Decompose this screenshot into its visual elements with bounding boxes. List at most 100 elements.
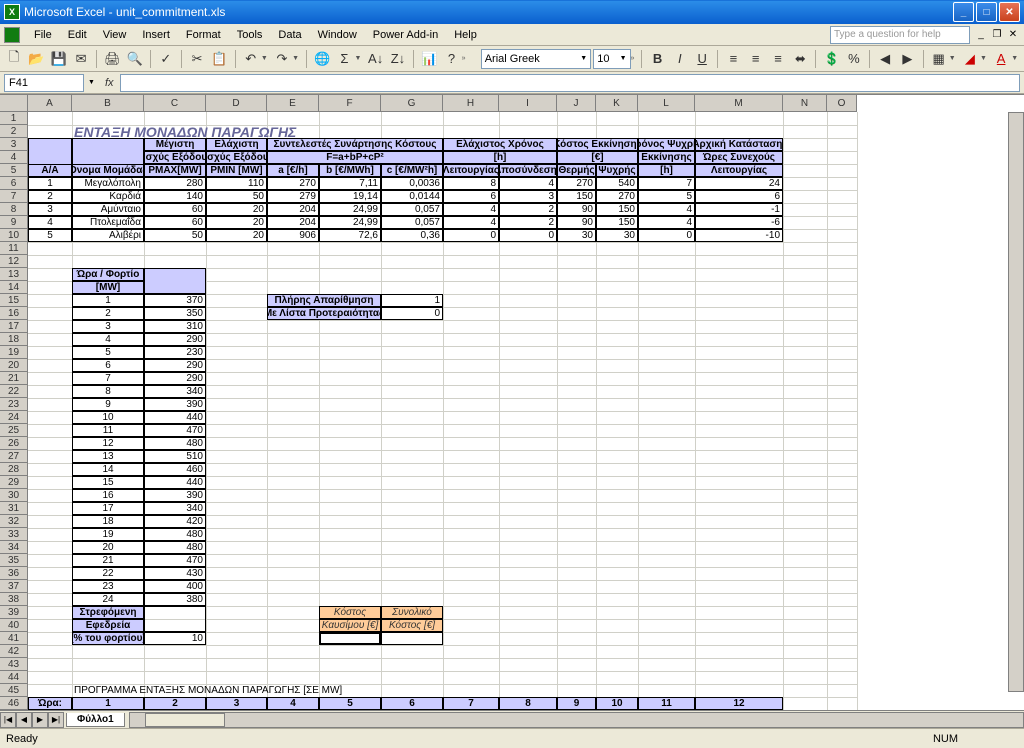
cell[interactable]: [MW] [72,281,144,294]
cell[interactable]: 204 [267,216,319,229]
col-header-G[interactable]: G [381,95,443,112]
undo-drop[interactable]: ▼ [261,55,270,62]
row-header-36[interactable]: 36 [0,567,28,580]
cell[interactable]: 6 [381,697,443,710]
cell[interactable] [144,606,206,632]
size-more[interactable]: » [631,55,637,62]
cell[interactable]: Ώρα: [28,697,72,710]
cell[interactable]: 280 [144,177,206,190]
cell[interactable]: 0 [381,307,443,320]
cell[interactable]: 7 [638,177,695,190]
cell[interactable] [144,268,206,294]
cell[interactable] [381,632,443,645]
cell[interactable]: 380 [144,593,206,606]
cell[interactable]: Συντελεστές Συνάρτησης Κόστους [267,138,443,151]
cell[interactable]: 4 [638,203,695,216]
cell[interactable]: Ψυχρής [596,164,638,177]
cell[interactable]: 290 [144,333,206,346]
menu-help[interactable]: Help [446,27,485,43]
app-icon[interactable] [4,27,20,43]
italic-button[interactable]: I [670,48,690,70]
cell[interactable]: 23 [72,580,144,593]
cell[interactable]: Στρεφόμενη [72,606,144,619]
minimize-button[interactable]: _ [953,2,974,22]
cell[interactable]: Ώρα / Φορτίο [72,268,144,281]
cell[interactable]: 270 [557,177,596,190]
row-header-11[interactable]: 11 [0,242,28,255]
cell[interactable]: 8 [499,697,557,710]
preview-button[interactable]: 🔍 [124,48,144,70]
menu-insert[interactable]: Insert [134,27,178,43]
cell[interactable] [319,632,381,645]
cell[interactable]: 150 [557,190,596,203]
menu-file[interactable]: File [26,27,60,43]
col-header-C[interactable]: C [144,95,206,112]
cell[interactable]: 204 [267,203,319,216]
sort-desc-button[interactable]: Z↓ [388,48,408,70]
cell[interactable]: 430 [144,567,206,580]
cell[interactable]: 11 [72,424,144,437]
close-button[interactable]: ✕ [999,2,1020,22]
cell[interactable]: 90 [557,216,596,229]
row-header-8[interactable]: 8 [0,203,28,216]
row-header-30[interactable]: 30 [0,489,28,502]
cell[interactable]: 110 [206,177,267,190]
cell[interactable]: 90 [557,203,596,216]
cell[interactable]: 480 [144,541,206,554]
cell[interactable]: Πτολεμαΐδα [72,216,144,229]
row-header-9[interactable]: 9 [0,216,28,229]
cell[interactable]: 5 [638,190,695,203]
print-button[interactable]: 🖨 [102,48,122,70]
cell[interactable]: [% του φορτίου] [72,632,144,645]
cell[interactable]: Μεγαλόπολη [72,177,144,190]
column-headers[interactable]: ABCDEFGHIJKLMNO [28,95,857,112]
cell[interactable]: 15 [72,476,144,489]
cell[interactable]: Κόστος [319,606,381,619]
cell[interactable]: 230 [144,346,206,359]
cell[interactable]: Μέγιστη [144,138,206,151]
indent-dec-button[interactable]: ◀ [875,48,895,70]
row-header-10[interactable]: 10 [0,229,28,242]
cell[interactable]: 2 [72,307,144,320]
cell[interactable]: 7,11 [319,177,381,190]
redo-button[interactable]: ↷ [272,48,292,70]
ask-question-input[interactable]: Type a question for help [830,26,970,44]
row-header-20[interactable]: 20 [0,359,28,372]
cell[interactable]: PMIN [MW] [206,164,267,177]
tab-prev-button[interactable]: ◀ [16,712,32,728]
doc-minimize-button[interactable]: _ [974,28,988,42]
cell[interactable]: 906 [267,229,319,242]
cell[interactable]: Ελάχιστη [206,138,267,151]
cell[interactable]: 540 [596,177,638,190]
maximize-button[interactable]: □ [976,2,997,22]
redo-drop[interactable]: ▼ [292,55,301,62]
cell[interactable]: Λειτουργίας [443,164,499,177]
row-header-14[interactable]: 14 [0,281,28,294]
cell[interactable]: 290 [144,372,206,385]
cell[interactable]: 10 [72,411,144,424]
cell[interactable]: 5 [319,697,381,710]
cell[interactable]: 4 [499,177,557,190]
row-header-29[interactable]: 29 [0,476,28,489]
row-header-46[interactable]: 46 [0,697,28,710]
cell[interactable]: 480 [144,437,206,450]
sum-button[interactable]: Σ [334,48,354,70]
cell[interactable]: 470 [144,554,206,567]
cell[interactable]: 390 [144,398,206,411]
cell[interactable]: 72,6 [319,229,381,242]
cell[interactable]: 4 [72,333,144,346]
spell-button[interactable]: ✓ [156,48,176,70]
cell[interactable]: -6 [695,216,783,229]
cell[interactable]: Ελάχιστος Χρόνος [443,138,557,151]
font-select[interactable]: Arial Greek▼ [481,49,592,69]
cell[interactable]: 60 [144,216,206,229]
cell[interactable]: 14 [72,463,144,476]
cell[interactable]: 0 [499,229,557,242]
cell[interactable]: 12 [72,437,144,450]
row-header-15[interactable]: 15 [0,294,28,307]
cell[interactable]: 7 [72,372,144,385]
cell[interactable]: 440 [144,476,206,489]
row-header-5[interactable]: 5 [0,164,28,177]
row-header-42[interactable]: 42 [0,645,28,658]
row-header-18[interactable]: 18 [0,333,28,346]
